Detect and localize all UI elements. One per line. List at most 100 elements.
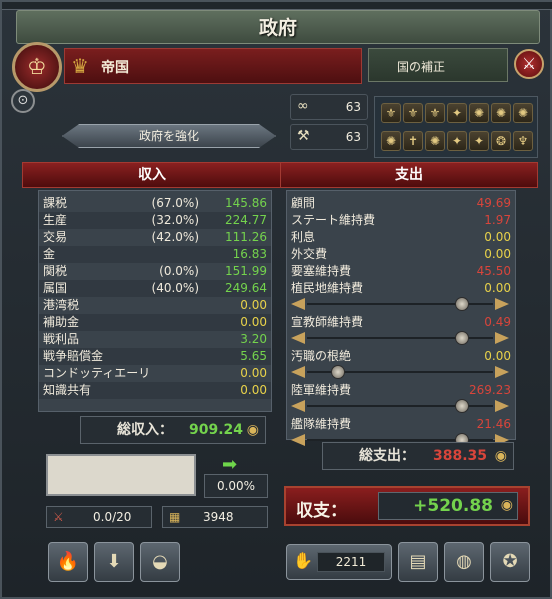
expense-row-value: 49.69 (476, 196, 511, 210)
expense-row-value: 269.23 (469, 383, 511, 397)
treasury-value: 3948 (203, 510, 234, 524)
modifier-icon[interactable]: ✺ (425, 131, 445, 151)
country-crest[interactable]: ♔ (12, 42, 62, 92)
income-row: 課税 (67.0%) 145.86 (39, 195, 271, 212)
arrow-right-icon[interactable] (495, 298, 509, 310)
income-row-value: 151.99 (225, 264, 267, 278)
income-row-value: 5.65 (240, 349, 267, 363)
expense-row: 顧問 49.69 (287, 195, 515, 212)
arrow-left-icon[interactable] (291, 332, 305, 344)
income-row-value: 0.00 (240, 298, 267, 312)
national-bonus-button[interactable]: ⚔ (514, 49, 544, 79)
arrow-left-icon[interactable] (291, 434, 305, 446)
modifier-icon[interactable]: ✦ (469, 131, 489, 151)
loan-input[interactable] (46, 454, 196, 496)
bureaucracy-value: 63 (345, 130, 361, 144)
silver-button[interactable]: ▤ (398, 542, 438, 582)
strengthen-government-button[interactable]: 政府を強化 (62, 124, 276, 148)
expense-row: 外交費 0.00 (287, 246, 515, 263)
expense-row-value: 0.00 (484, 230, 511, 244)
income-row-percent: (67.0%) (151, 196, 199, 210)
arrow-right-icon[interactable] (495, 366, 509, 378)
income-row-name: 戦利品 (43, 332, 80, 346)
income-row-percent: (32.0%) (151, 213, 199, 227)
expense-row-value: 0.00 (484, 349, 511, 363)
total-expense: 総支出： 388.35 ◉ (322, 442, 514, 470)
income-row-value: 0.00 (240, 383, 267, 397)
missionary-slider[interactable] (291, 331, 509, 345)
slider-knob[interactable] (454, 331, 469, 345)
income-list: 課税 (67.0%) 145.86 生産 (32.0%) 224.77 交易 (42.0%) 1… (38, 190, 272, 412)
modifier-icon[interactable]: ♆ (513, 131, 533, 151)
national-bonus-label: 国の補正 (397, 60, 446, 74)
hat-button[interactable]: ◒ (140, 542, 180, 582)
modifier-icon[interactable]: ❂ (491, 131, 511, 151)
expense-row-value: 0.00 (484, 247, 511, 261)
modifier-icon[interactable]: ✝ (403, 131, 423, 151)
red-button[interactable]: ✪ (490, 542, 530, 582)
expense-row-value: 0.00 (484, 281, 511, 295)
income-row-name: 生産 (43, 213, 68, 227)
modifier-icon[interactable]: ⚜ (425, 103, 445, 123)
modifier-icon[interactable]: ✺ (469, 103, 489, 123)
income-row-value: 0.00 (240, 315, 267, 329)
modifier-icon[interactable]: ⚜ (403, 103, 423, 123)
bag-button[interactable]: ◍ (444, 542, 484, 582)
expense-list: 顧問 49.69 ステート維持費 1.97 利息 0.00 外交費 0.00 要塞維持費 45.5… (286, 190, 516, 447)
income-row-value: 145.86 (225, 196, 267, 210)
arrow-right-icon[interactable]: ➡ (222, 454, 237, 475)
slider-knob[interactable] (454, 297, 469, 311)
modifier-icon[interactable]: ✺ (491, 103, 511, 123)
income-row-name: 課税 (43, 196, 68, 210)
expense-row-name: 陸軍維持費 (291, 383, 352, 397)
corruption-slider[interactable] (291, 365, 509, 379)
modifier-icon[interactable]: ✦ (447, 131, 467, 151)
army-slider[interactable] (291, 399, 509, 413)
income-row-value: 224.77 (225, 213, 267, 227)
chart-down-button[interactable]: ⬇ (94, 542, 134, 582)
slider-knob[interactable] (454, 399, 469, 413)
gold-button[interactable]: ✋ 2211 (286, 544, 392, 580)
income-row-percent: (0.0%) (159, 264, 199, 278)
income-row: 関税 (0.0%) 151.99 (39, 263, 271, 280)
loan-percent: 0.00% (204, 474, 268, 498)
expense-row-name: 利息 (291, 230, 316, 244)
expense-row-value: 1.97 (484, 213, 511, 227)
debase-currency-button[interactable]: 🔥 (48, 542, 88, 582)
arrow-left-icon[interactable] (291, 400, 305, 412)
arrow-right-icon[interactable] (495, 332, 509, 344)
bureaucracy-icon: ⚒ (297, 128, 310, 144)
page-title: 政府 (16, 10, 540, 44)
income-row: 戦争賠償金 5.65 (39, 348, 271, 365)
sword-icon: ⚔ (53, 510, 64, 524)
arrow-left-icon[interactable] (291, 298, 305, 310)
modifier-icon[interactable]: ✺ (513, 103, 533, 123)
expense-row-name: 外交費 (291, 247, 328, 261)
expense-row: 陸軍維持費 269.23 (287, 382, 515, 399)
arrow-right-icon[interactable] (495, 400, 509, 412)
arrow-left-icon[interactable] (291, 366, 305, 378)
modifier-icon[interactable]: ✺ (381, 131, 401, 151)
war-exhaustion-box: ⚔ 0.0/20 (46, 506, 152, 528)
gold-icon: ◉ (494, 448, 507, 464)
expense-row: 宣教師維持費 0.49 (287, 314, 515, 331)
country-banner: ♛ 帝国 (64, 48, 362, 84)
expense-row: ステート維持費 1.97 (287, 212, 515, 229)
colonial-slider[interactable] (291, 297, 509, 311)
total-expense-value: 388.35 (433, 448, 488, 464)
balance-value: +520.88 (413, 496, 493, 516)
expense-row-value: 45.50 (476, 264, 511, 278)
balance-label: 収支： (296, 501, 347, 521)
treasury-box: ▦ 3948 (162, 506, 268, 528)
total-income-value: 909.24 (189, 422, 244, 438)
influence-value: 63 (345, 100, 361, 114)
lock-icon[interactable]: ⊙ (11, 89, 35, 113)
modifier-icon[interactable]: ⚜ (381, 103, 401, 123)
income-row-name: 属国 (43, 281, 68, 295)
expense-row-name: 宣教師維持費 (291, 315, 364, 329)
slider-knob[interactable] (331, 365, 346, 379)
war-exhaustion-value: 0.0/20 (93, 510, 132, 524)
modifier-icon[interactable]: ✦ (447, 103, 467, 123)
expense-header: 支出 (280, 162, 538, 188)
income-row: 交易 (42.0%) 111.26 (39, 229, 271, 246)
